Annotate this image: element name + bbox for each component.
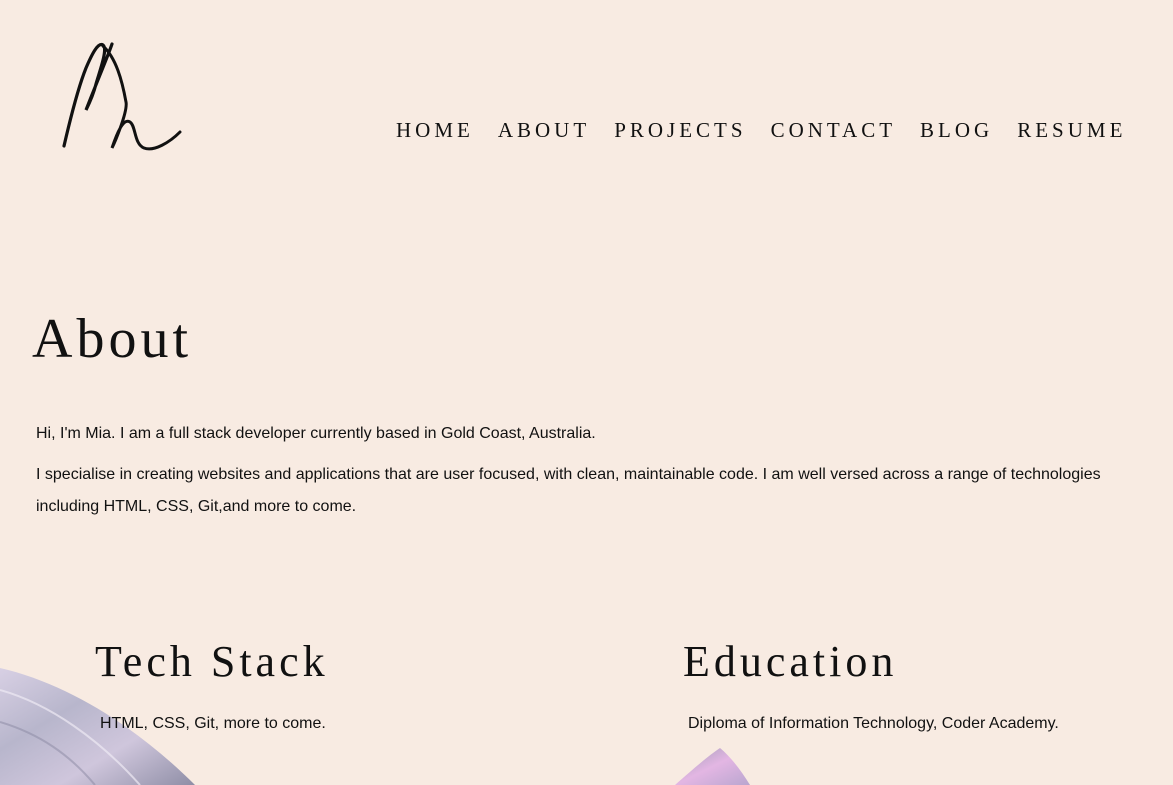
about-description: Hi, I'm Mia. I am a full stack developer… xyxy=(36,418,1136,532)
nav-link-resume[interactable]: Resume xyxy=(1017,118,1126,143)
about-heading: About xyxy=(32,308,192,370)
tech-stack-heading: Tech Stack xyxy=(95,637,329,686)
education-text: Diploma of Information Technology, Coder… xyxy=(688,715,1059,732)
nav-link-about[interactable]: About xyxy=(498,118,590,143)
nav-link-blog[interactable]: Blog xyxy=(920,118,993,143)
about-paragraph-skills: I specialise in creating websites and ap… xyxy=(36,466,1101,515)
main-nav: Home About Projects Contact Blog Resume xyxy=(396,118,1126,143)
signature-logo[interactable] xyxy=(56,40,186,158)
nav-link-contact[interactable]: Contact xyxy=(771,118,896,143)
tech-stack-text: HTML, CSS, Git, more to come. xyxy=(100,715,326,732)
nav-link-home[interactable]: Home xyxy=(396,118,474,143)
nav-link-projects[interactable]: Projects xyxy=(614,118,746,143)
education-heading: Education xyxy=(683,637,898,686)
about-paragraph-intro: Hi, I'm Mia. I am a full stack developer… xyxy=(36,425,596,442)
signature-logo-icon xyxy=(62,42,182,151)
